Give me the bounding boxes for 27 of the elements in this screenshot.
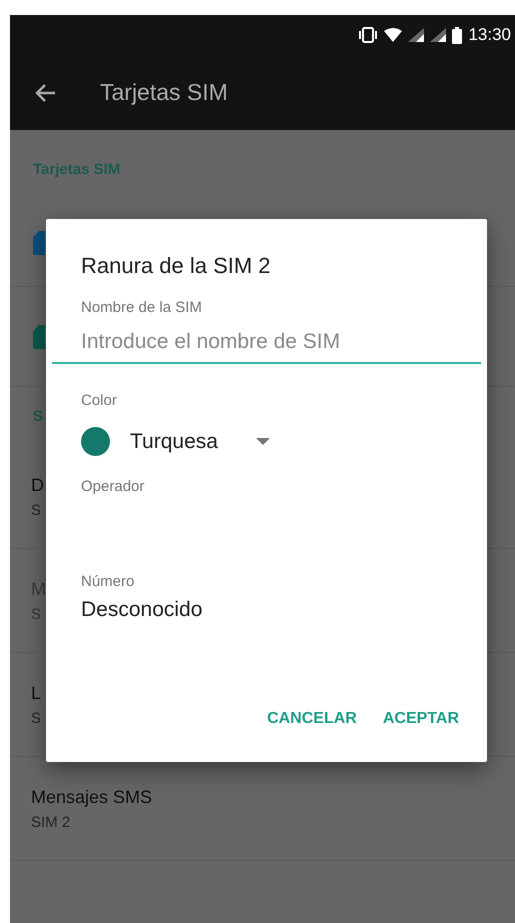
vibrate-icon — [358, 27, 378, 43]
back-arrow-icon[interactable] — [34, 82, 56, 102]
status-time: 13:30 — [468, 25, 511, 45]
field-label: Nombre de la SIM — [81, 299, 203, 316]
field-label: Color — [81, 392, 118, 409]
setting-title: D — [31, 474, 44, 496]
toolbar-title: Tarjetas SIM — [100, 79, 228, 106]
number-value: Desconocido — [81, 598, 204, 622]
sim-name-field[interactable]: Introduce el nombre de SIM — [52, 326, 481, 364]
field-label: Operador — [81, 478, 146, 495]
color-dropdown[interactable]: Turquesa — [81, 423, 270, 460]
dialog-button[interactable]: ACEPTAR — [374, 702, 467, 736]
section-header: Tarjetas SIM — [33, 160, 120, 178]
dialog-button[interactable]: CANCELAR — [259, 702, 365, 736]
signal-icon — [408, 28, 424, 42]
signal-icon — [430, 28, 446, 42]
battery-icon — [452, 26, 462, 44]
dialog-title: Ranura de la SIM 2 — [81, 253, 272, 279]
field-label: Número — [81, 573, 136, 590]
setting-title: L — [31, 682, 42, 704]
setting-subtitle: SIM 2 — [31, 814, 70, 830]
setting-title: Mensajes SMS — [31, 786, 152, 808]
setting-subtitle: S — [31, 502, 42, 518]
section-header: S — [33, 408, 44, 424]
wifi-icon — [384, 28, 402, 42]
setting-subtitle: S — [31, 710, 42, 726]
caret-icon — [256, 438, 270, 446]
